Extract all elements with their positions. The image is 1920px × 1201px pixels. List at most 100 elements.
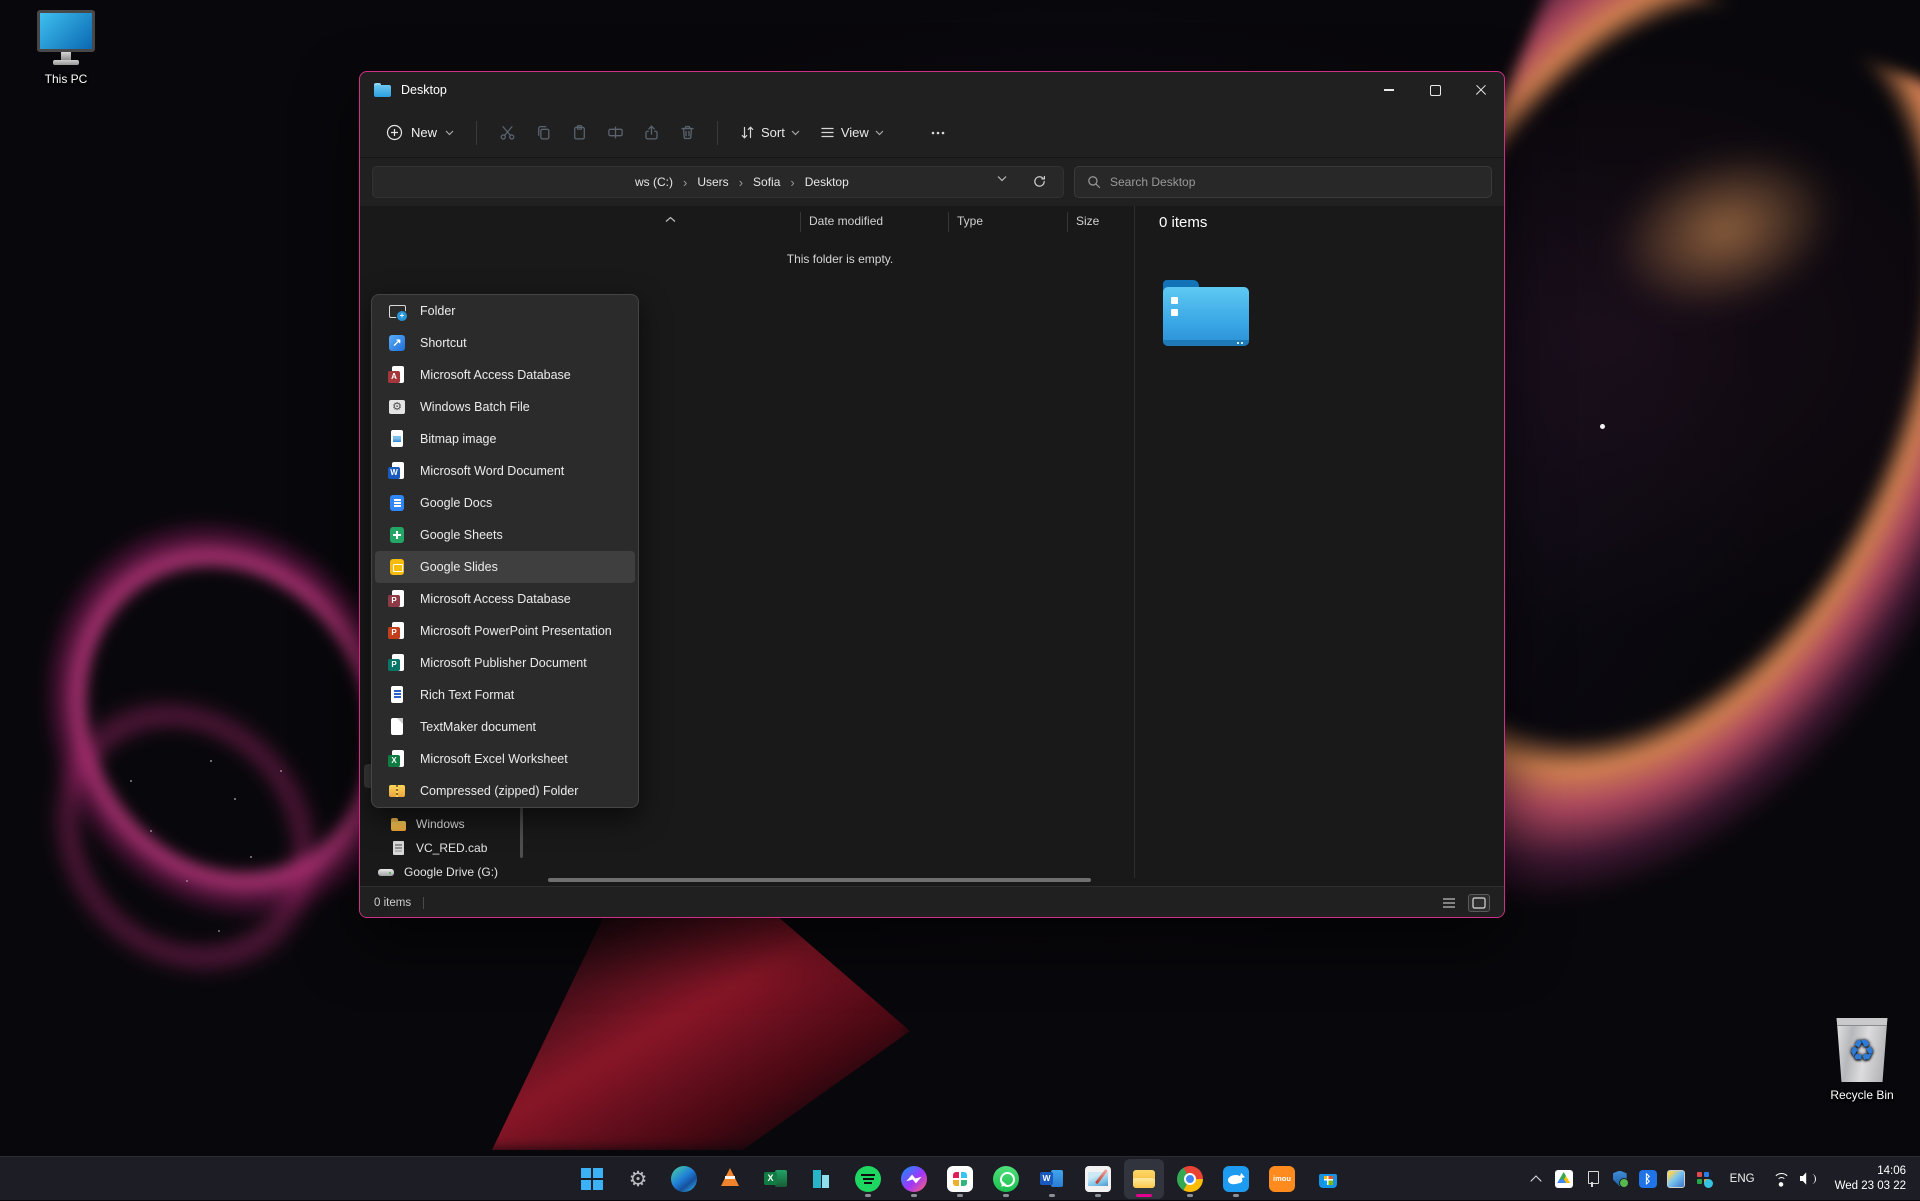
- breadcrumb-item[interactable]: ws (C:): [631, 173, 677, 191]
- maximize-button[interactable]: [1412, 73, 1458, 108]
- tray-icon-button[interactable]: [1634, 1163, 1662, 1195]
- context-menu-item[interactable]: Rich Text Format: [375, 679, 635, 711]
- tray-icon-button[interactable]: [1606, 1163, 1634, 1195]
- menu-item-label: Shortcut: [420, 336, 467, 350]
- tray-icon-button[interactable]: [1690, 1163, 1718, 1195]
- taskbar-app[interactable]: [1308, 1159, 1348, 1199]
- status-icon-button[interactable]: [1795, 1163, 1823, 1195]
- context-menu-item[interactable]: Google Docs: [375, 487, 635, 519]
- taskbar-app[interactable]: [1216, 1159, 1256, 1199]
- breadcrumb-item[interactable]: Users: [693, 173, 732, 191]
- context-menu-item[interactable]: Microsoft Word Document: [375, 455, 635, 487]
- taskbar-app-icon: [671, 1166, 697, 1192]
- rename-button[interactable]: [597, 117, 633, 149]
- status-icon: [1772, 1170, 1790, 1188]
- context-menu-item[interactable]: Shortcut: [375, 327, 635, 359]
- context-menu-item[interactable]: Microsoft Access Database: [375, 583, 635, 615]
- context-menu-item[interactable]: Microsoft Access Database: [375, 359, 635, 391]
- context-menu-item[interactable]: Google Slides: [375, 551, 635, 583]
- title-bar[interactable]: Desktop: [360, 72, 1504, 108]
- column-header-date-modified[interactable]: Date modified: [809, 214, 883, 228]
- taskbar-app[interactable]: [894, 1159, 934, 1199]
- menu-item-icon: [387, 429, 407, 449]
- this-pc-icon: [35, 10, 97, 66]
- copy-button[interactable]: [525, 117, 561, 149]
- taskbar-app[interactable]: [618, 1159, 658, 1199]
- breadcrumb-chevron-icon: ›: [683, 175, 687, 190]
- taskbar-app[interactable]: [1032, 1159, 1072, 1199]
- taskbar-app[interactable]: [1078, 1159, 1118, 1199]
- context-menu-item[interactable]: Microsoft Excel Worksheet: [375, 743, 635, 775]
- breadcrumb-item[interactable]: Desktop: [801, 173, 853, 191]
- taskbar-clock[interactable]: 14:06 Wed 23 03 22: [1827, 1164, 1912, 1194]
- paste-button[interactable]: [561, 117, 597, 149]
- tray-icon-button[interactable]: [1522, 1163, 1550, 1195]
- sidebar-item[interactable]: VC_RED.cab: [364, 836, 520, 860]
- search-icon: [1087, 175, 1101, 189]
- desktop-icon-recycle-bin[interactable]: Recycle Bin: [1810, 1018, 1914, 1102]
- tray-icon-button[interactable]: [1550, 1163, 1578, 1195]
- taskbar-app-icon: [579, 1166, 605, 1192]
- tray-icon: [1639, 1170, 1657, 1188]
- window-title: Desktop: [401, 83, 447, 97]
- sidebar-item-icon: [390, 840, 407, 856]
- search-input[interactable]: [1110, 175, 1479, 189]
- context-menu-item[interactable]: Compressed (zipped) Folder: [375, 775, 635, 807]
- sidebar-item[interactable]: Windows: [364, 812, 520, 836]
- taskbar-app[interactable]: [940, 1159, 980, 1199]
- context-menu-item[interactable]: Microsoft PowerPoint Presentation: [375, 615, 635, 647]
- column-header-type[interactable]: Type: [957, 214, 983, 228]
- new-button[interactable]: New: [376, 118, 464, 147]
- sidebar-item[interactable]: Google Drive (G:): [364, 860, 520, 884]
- context-menu-item[interactable]: Microsoft Publisher Document: [375, 647, 635, 679]
- chevron-down-icon: [445, 130, 454, 136]
- context-menu-item[interactable]: Folder: [375, 295, 635, 327]
- delete-button[interactable]: [669, 117, 705, 149]
- menu-item-label: Folder: [420, 304, 455, 318]
- share-button[interactable]: [633, 117, 669, 149]
- taskbar-app-icon: [1085, 1166, 1111, 1192]
- more-options-button[interactable]: [920, 117, 956, 149]
- taskbar-app[interactable]: [802, 1159, 842, 1199]
- context-menu-item[interactable]: Bitmap image: [375, 423, 635, 455]
- language-indicator[interactable]: ENG: [1722, 1173, 1763, 1185]
- taskbar-app[interactable]: [986, 1159, 1026, 1199]
- taskbar-app[interactable]: [1124, 1159, 1164, 1199]
- refresh-icon[interactable]: [1032, 174, 1047, 189]
- taskbar-app[interactable]: imou: [1262, 1159, 1302, 1199]
- context-menu-item[interactable]: TextMaker document: [375, 711, 635, 743]
- taskbar-app[interactable]: [756, 1159, 796, 1199]
- taskbar-app[interactable]: [1170, 1159, 1210, 1199]
- taskbar-app[interactable]: [572, 1159, 612, 1199]
- sort-button[interactable]: Sort: [730, 119, 810, 146]
- taskbar: imou: [0, 1156, 1920, 1200]
- minimize-button[interactable]: [1366, 73, 1412, 108]
- address-dropdown-chevron-icon[interactable]: [997, 175, 1007, 182]
- large-thumbnails-view-toggle[interactable]: [1468, 894, 1490, 912]
- close-button[interactable]: [1458, 73, 1504, 108]
- taskbar-app[interactable]: [664, 1159, 704, 1199]
- context-menu-item[interactable]: Windows Batch File: [375, 391, 635, 423]
- search-box[interactable]: [1074, 166, 1492, 198]
- breadcrumb-item[interactable]: Sofia: [749, 173, 784, 191]
- view-button[interactable]: View: [810, 119, 894, 146]
- tray-icon-button[interactable]: [1578, 1163, 1606, 1195]
- sidebar-item-icon: [390, 816, 407, 832]
- tray-icon-button[interactable]: [1662, 1163, 1690, 1195]
- taskbar-app[interactable]: [848, 1159, 888, 1199]
- details-view-toggle[interactable]: [1438, 894, 1460, 912]
- sort-button-label: Sort: [761, 125, 785, 140]
- column-divider[interactable]: [948, 212, 949, 232]
- column-divider[interactable]: [800, 212, 801, 232]
- sort-ascending-caret-icon[interactable]: [665, 216, 676, 223]
- address-bar[interactable]: ws (C:) › Users › Sofia › Desktop ›: [372, 166, 1064, 198]
- horizontal-scrollbar[interactable]: [548, 878, 1091, 882]
- taskbar-app[interactable]: [710, 1159, 750, 1199]
- status-icon-button[interactable]: [1767, 1163, 1795, 1195]
- desktop-icon-this-pc[interactable]: This PC: [14, 10, 118, 86]
- cut-button[interactable]: [489, 117, 525, 149]
- column-header-size[interactable]: Size: [1076, 214, 1099, 228]
- taskbar-apps: imou: [572, 1159, 1348, 1199]
- context-menu-item[interactable]: Google Sheets: [375, 519, 635, 551]
- column-divider[interactable]: [1067, 212, 1068, 232]
